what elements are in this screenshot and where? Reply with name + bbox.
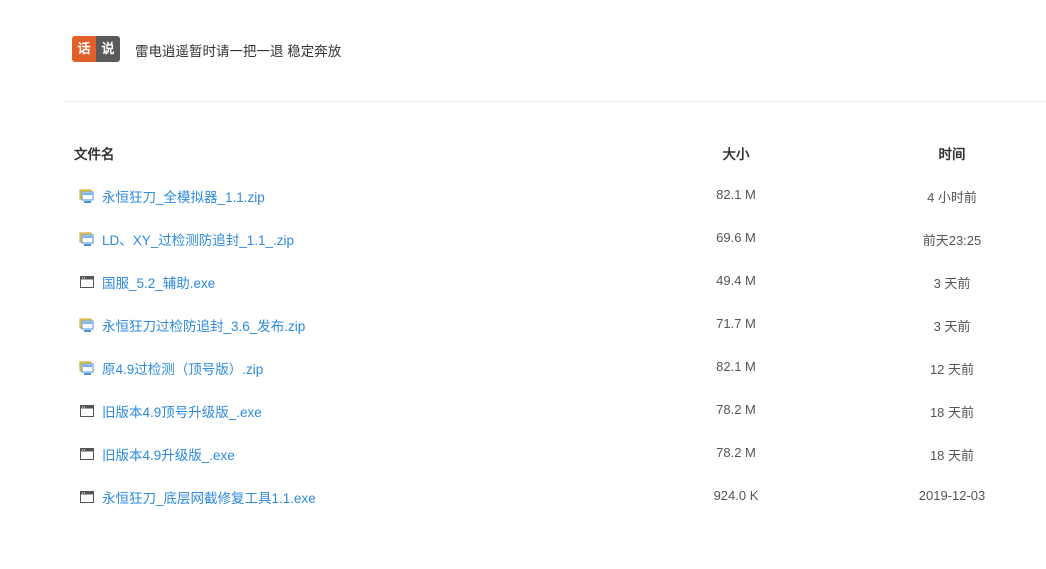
notice-badge-left: 话: [72, 36, 96, 62]
column-header-time: 时间: [938, 147, 966, 162]
file-time: 2019-12-03: [918, 488, 986, 503]
notice-text: 雷电逍遥暂时请一把一退 稳定奔放: [135, 44, 342, 59]
table-row: 旧版本4.9升级版_.exe 78.2 M 18 天前: [0, 432, 1046, 475]
file-time: 3 天前: [933, 276, 971, 291]
file-time: 3 天前: [933, 319, 971, 334]
table-row: 旧版本4.9顶号升级版_.exe 78.2 M 18 天前: [0, 389, 1046, 432]
divider: [64, 101, 1046, 102]
table-row: 永恒狂刀_全模拟器_1.1.zip 82.1 M4 小时前: [0, 174, 1046, 217]
file-time: 前天23:25: [922, 233, 982, 248]
table-row: LD、XY_过检测防追封_1.1_.zip 69.6 M 前天23:25: [0, 217, 1046, 260]
file-time: 12 天前: [929, 362, 975, 377]
table-row: 永恒狂刀_底层网截修复工具1.1.exe 924.0 K 2019-12-03: [0, 475, 1046, 518]
file-time: 18 天前: [929, 405, 975, 420]
table-row: 国服_5.2_辅助.exe 49.4 M3 天前: [0, 260, 1046, 303]
table-row: 原4.9过检测（顶号版）.zip 82.1 M 12 天前: [0, 346, 1046, 389]
notice-badge-right: 说: [96, 36, 120, 62]
notice-badge: 话 说: [72, 36, 120, 62]
file-share-page: 话 说 雷电逍遥暂时请一把一退 稳定奔放 文件名 大小 时间 永恒狂刀_全模拟器…: [0, 0, 1046, 569]
file-time: 4 小时前: [927, 190, 977, 205]
file-time: 18 天前: [929, 448, 975, 463]
table-row: 永恒狂刀过检防追封_3.6_发布.zip 71.7 M3 天前: [0, 303, 1046, 346]
